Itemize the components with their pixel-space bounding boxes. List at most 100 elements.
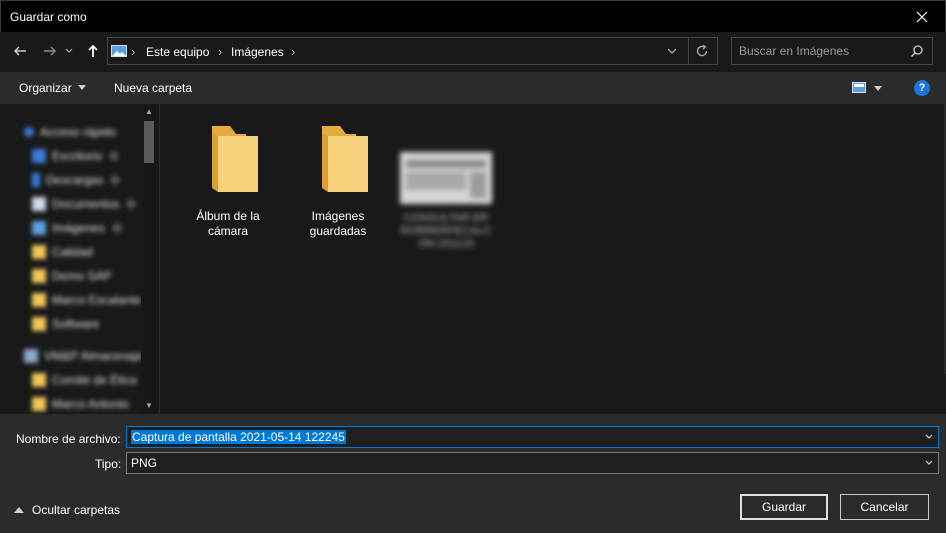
view-icon: [852, 82, 866, 93]
image-thumbnail: [400, 152, 492, 204]
caret-down-icon: [874, 86, 882, 91]
sidebar-item-label: Acceso rápido: [40, 125, 117, 139]
filename-value[interactable]: Captura de pantalla 2021-05-14 122245: [131, 430, 346, 444]
search-box[interactable]: [731, 37, 933, 65]
pin-icon: [111, 176, 120, 184]
file-list: Álbum de la cámara Imágenes guardadas CO…: [160, 104, 946, 414]
folder-icon: [32, 293, 46, 307]
folder-icon: [32, 269, 46, 283]
divider: [688, 38, 689, 64]
arrow-up-icon: [88, 44, 98, 57]
chevron-down-icon[interactable]: [665, 44, 679, 58]
folder-icon: [32, 317, 46, 331]
file-name: Álbum de la cámara: [196, 209, 260, 238]
pin-icon: [112, 224, 121, 232]
breadcrumb-este-equipo[interactable]: Este equipo: [146, 45, 209, 59]
sidebar-item-label: Software: [52, 317, 100, 331]
scroll-down-icon[interactable]: ▼: [145, 402, 153, 410]
chevron-down-icon[interactable]: [924, 458, 934, 468]
title-bar: Guardar como: [0, 0, 946, 32]
chevron-down-icon[interactable]: [924, 432, 934, 442]
type-value: PNG: [131, 456, 158, 470]
sidebar-item-label: Marco Antonio: [52, 397, 129, 411]
pictures-icon: [32, 221, 46, 235]
sidebar-item-documents[interactable]: Documentos: [32, 194, 136, 214]
hide-folders-label: Ocultar carpetas: [32, 503, 121, 517]
arrow-right-icon: [44, 46, 57, 56]
close-button[interactable]: [899, 1, 945, 32]
network-icon: [24, 349, 38, 363]
sidebar-item-label: Calidad: [52, 245, 93, 259]
sidebar-item-quick-access[interactable]: Acceso rápido: [24, 122, 116, 142]
filename-label: Nombre de archivo:: [16, 432, 121, 446]
folder-icon: [32, 245, 46, 259]
chevron-up-icon: [14, 507, 24, 513]
sidebar-item-calidad[interactable]: Calidad: [32, 242, 93, 262]
scrollbar-thumb[interactable]: [144, 121, 154, 163]
organize-label: Organizar: [19, 81, 72, 95]
view-options-button[interactable]: [852, 81, 888, 97]
filename-field[interactable]: Captura de pantalla 2021-05-14 122245: [126, 426, 939, 448]
file-item-image[interactable]: CONSULTAR ER RORRERFECALC ON 201123: [398, 150, 494, 251]
new-folder-button[interactable]: Nueva carpeta: [114, 81, 192, 95]
sidebar-item-comite-etica[interactable]: Comité de Ética: [32, 370, 137, 390]
sidebar-scrollbar[interactable]: ▲ ▼: [141, 104, 157, 414]
sidebar-item-marco-escalante[interactable]: Marco Escalante: [32, 290, 141, 310]
folder-icon: [322, 126, 368, 192]
address-bar[interactable]: › Este equipo › Imágenes ›: [107, 37, 718, 65]
search-icon[interactable]: [910, 44, 924, 58]
sidebar-item-label: VM&P Almacenaje: [44, 349, 144, 363]
save-form: Nombre de archivo: Captura de pantalla 2…: [0, 414, 946, 533]
sidebar-item-vmp-almacenaje[interactable]: VM&P Almacenaje: [24, 346, 143, 366]
breadcrumb-separator: ›: [218, 44, 223, 59]
sidebar-item-label: Comité de Ética: [52, 373, 137, 387]
star-icon: [24, 127, 34, 137]
folder-icon: [32, 397, 46, 411]
cancel-button[interactable]: Cancelar: [840, 494, 929, 520]
forward-button[interactable]: [38, 39, 62, 63]
sidebar-item-downloads[interactable]: Descargas: [32, 170, 120, 190]
type-label: Tipo:: [95, 457, 122, 471]
document-icon: [32, 197, 46, 211]
desktop-icon: [32, 149, 46, 163]
sidebar-item-marco-antonio[interactable]: Marco Antonio: [32, 394, 129, 414]
file-item-folder-camera-roll[interactable]: Álbum de la cámara: [180, 122, 276, 239]
save-button[interactable]: Guardar: [740, 494, 828, 520]
sidebar-item-label: Escritorio: [52, 149, 103, 163]
navigation-bar: › Este equipo › Imágenes ›: [0, 32, 946, 72]
pictures-location-icon: [111, 45, 127, 57]
sidebar-item-software[interactable]: Software: [32, 314, 99, 334]
download-icon: [32, 173, 40, 187]
back-button[interactable]: [8, 39, 32, 63]
refresh-icon[interactable]: [694, 43, 710, 59]
close-icon: [916, 11, 928, 22]
recent-locations-button[interactable]: [62, 39, 76, 63]
search-input[interactable]: [739, 43, 907, 59]
caret-down-icon: [77, 85, 86, 90]
type-select[interactable]: PNG: [126, 452, 939, 474]
arrow-left-icon: [13, 46, 26, 56]
folder-icon: [212, 126, 258, 192]
sidebar-item-label: Documentos: [52, 197, 120, 211]
sidebar-item-pictures[interactable]: Imágenes: [32, 218, 121, 238]
sidebar-item-label: Marco Escalante: [52, 293, 142, 307]
breadcrumb-imagenes[interactable]: Imágenes: [231, 45, 284, 59]
breadcrumb-separator: ›: [131, 44, 136, 59]
pin-icon: [110, 152, 119, 160]
window-title: Guardar como: [10, 10, 87, 24]
command-bar: Organizar Nueva carpeta ?: [0, 72, 946, 104]
help-button[interactable]: ?: [914, 80, 930, 96]
file-name: Imágenes guardadas: [309, 209, 367, 238]
sidebar-item-label: Demo SAP: [52, 269, 112, 283]
hide-folders-button[interactable]: Ocultar carpetas: [14, 503, 120, 517]
chevron-down-icon: [65, 48, 73, 53]
file-item-folder-saved-pictures[interactable]: Imágenes guardadas: [290, 122, 386, 239]
sidebar-item-demo-sap[interactable]: Demo SAP: [32, 266, 111, 286]
folder-icon: [32, 373, 46, 387]
up-button[interactable]: [81, 39, 105, 63]
scroll-up-icon[interactable]: ▲: [145, 108, 153, 116]
organize-button[interactable]: Organizar: [19, 81, 86, 95]
pin-icon: [127, 200, 136, 208]
sidebar-item-desktop[interactable]: Escritorio: [32, 146, 119, 166]
breadcrumb-separator: ›: [291, 44, 296, 59]
